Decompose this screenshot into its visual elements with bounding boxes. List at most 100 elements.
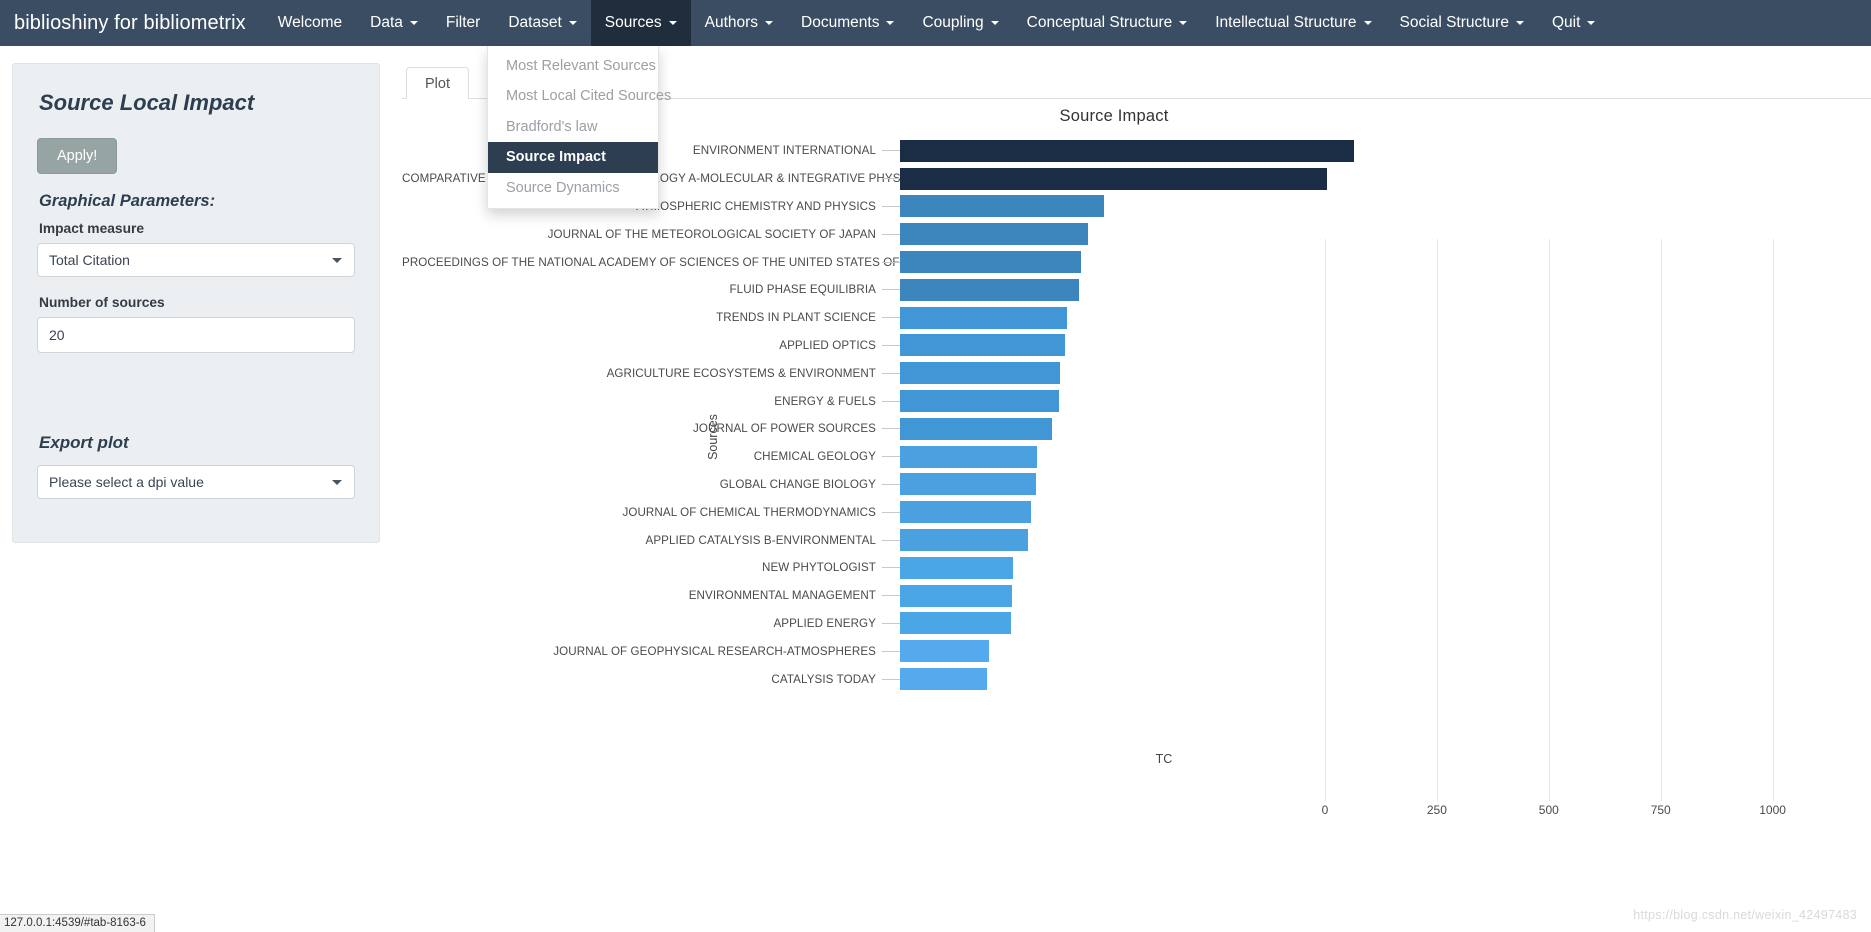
y-axis-tick-mark [882, 344, 900, 346]
nav-item-authors[interactable]: Authors [691, 0, 787, 46]
bar[interactable] [900, 306, 1068, 329]
dropdown-item-most-local-cited-sources[interactable]: Most Local Cited Sources [488, 81, 671, 111]
bar[interactable] [900, 417, 1053, 440]
number-of-sources-input[interactable]: 20 [37, 317, 355, 353]
chart-bars: ENVIRONMENT INTERNATIONAL COMPARATIVE BIO… [402, 137, 1370, 693]
dropdown-item-bradford-s-law[interactable]: Bradford's law [488, 112, 658, 142]
bar[interactable] [900, 445, 1037, 468]
bar-category-label: ENVIRONMENTAL MANAGEMENT [688, 589, 876, 603]
nav-item-label: Welcome [277, 14, 343, 31]
bar[interactable] [900, 390, 1060, 413]
nav-item-label: Coupling [922, 14, 984, 31]
nav-item-coupling[interactable]: Coupling [908, 0, 1012, 46]
bar[interactable] [900, 223, 1088, 246]
caret-down-icon [765, 21, 774, 25]
y-axis-tick-mark [882, 622, 900, 624]
nav-item-social-structure[interactable]: Social Structure [1386, 0, 1538, 46]
bar[interactable] [900, 501, 1032, 524]
bar-category-label: JOURNAL OF THE METEOROLOGICAL SOCIETY OF… [547, 227, 876, 241]
chevron-down-icon [332, 257, 342, 263]
bar[interactable] [900, 473, 1036, 496]
bar-category-label: APPLIED ENERGY [773, 616, 876, 630]
bar[interactable] [900, 251, 1081, 274]
nav-item-label: Quit [1551, 14, 1581, 31]
nav-item-dataset[interactable]: Dataset [494, 0, 590, 46]
tab-plot[interactable]: Plot [406, 67, 469, 99]
bar-track [900, 501, 1370, 524]
bar-row: NEW PHYTOLOGIST [402, 554, 1370, 582]
bar[interactable] [900, 139, 1355, 162]
gridline [1548, 239, 1550, 801]
bar[interactable] [900, 556, 1014, 579]
bar[interactable] [900, 167, 1328, 190]
bar[interactable] [900, 612, 1011, 635]
bar-track [900, 584, 1370, 607]
export-plot-heading: Export plot [39, 433, 129, 452]
bar-row: JOURNAL OF GEOPHYSICAL RESEARCH-ATMOSPHE… [402, 637, 1370, 665]
nav-item-label: Conceptual Structure [1026, 14, 1173, 31]
nav-item-filter[interactable]: Filter [432, 0, 494, 46]
bar[interactable] [900, 529, 1028, 552]
nav-item-quit[interactable]: Quit [1538, 0, 1609, 46]
chevron-down-icon [332, 479, 342, 485]
bar[interactable] [900, 195, 1104, 218]
nav-item-intellectual-structure[interactable]: Intellectual Structure [1201, 0, 1385, 46]
y-axis-tick-mark [882, 428, 900, 430]
bar-track [900, 556, 1370, 579]
y-axis-tick-mark [882, 650, 900, 652]
y-axis-tick-mark [882, 289, 900, 291]
dropdown-item-most-relevant-sources[interactable]: Most Relevant Sources [488, 51, 658, 81]
dropdown-item-source-impact[interactable]: Source Impact [488, 142, 658, 173]
bar-track [900, 167, 1370, 190]
y-axis-tick-mark [882, 205, 900, 207]
nav-item-conceptual-structure[interactable]: Conceptual Structure [1013, 0, 1202, 46]
y-axis-tick-mark [882, 317, 900, 319]
nav-item-label: Authors [704, 14, 759, 31]
y-axis-tick-mark [882, 678, 900, 680]
nav-item-documents[interactable]: Documents [787, 0, 908, 46]
bar-track [900, 417, 1370, 440]
number-of-sources-value: 20 [49, 327, 65, 343]
bar[interactable] [900, 334, 1066, 357]
x-axis-tick-label: 1000 [1759, 803, 1786, 817]
bar-category-label: ENERGY & FUELS [774, 394, 876, 408]
x-axis-tick-label: 0 [1321, 803, 1329, 817]
bar-category-label: PROCEEDINGS OF THE NATIONAL ACADEMY OF S… [402, 255, 956, 269]
bar-row: APPLIED CATALYSIS B-ENVIRONMENTAL [402, 526, 1370, 554]
impact-measure-select[interactable]: Total Citation [37, 243, 355, 277]
gridline [1660, 239, 1662, 801]
bar-row: FLUID PHASE EQUILIBRIA [402, 276, 1370, 304]
bar-category-label: JOURNAL OF POWER SOURCES [693, 422, 876, 436]
caret-down-icon [1587, 21, 1596, 25]
bar-row: JOURNAL OF THE METEOROLOGICAL SOCIETY OF… [402, 220, 1370, 248]
y-axis-tick-mark [882, 511, 900, 513]
bar-category-label: GLOBAL CHANGE BIOLOGY [719, 477, 876, 491]
caret-down-icon [990, 21, 999, 25]
status-bar-url: 127.0.0.1:4539/#tab-8163-6 [0, 914, 155, 932]
nav-item-sources[interactable]: Sources [590, 0, 691, 46]
bar[interactable] [900, 278, 1080, 301]
dpi-value: Please select a dpi value [49, 474, 204, 490]
bar-category-label: JOURNAL OF GEOPHYSICAL RESEARCH-ATMOSPHE… [553, 644, 876, 658]
nav-item-welcome[interactable]: Welcome [264, 0, 356, 46]
page-title: Source Local Impact [39, 90, 255, 115]
bar-track [900, 640, 1370, 663]
nav-item-data[interactable]: Data [356, 0, 432, 46]
bar[interactable] [900, 362, 1060, 385]
dpi-select[interactable]: Please select a dpi value [37, 465, 355, 499]
bar-category-label: FLUID PHASE EQUILIBRIA [729, 283, 876, 297]
y-axis-tick-mark [882, 400, 900, 402]
bar-row: ENERGY & FUELS [402, 387, 1370, 415]
caret-down-icon [1515, 21, 1524, 25]
bar-row: GLOBAL CHANGE BIOLOGY [402, 471, 1370, 499]
y-axis-tick-mark [882, 595, 900, 597]
bar-track [900, 445, 1370, 468]
sources-dropdown-menu: Most Relevant Sources Most Local Cited So… [487, 46, 671, 210]
bar[interactable] [900, 668, 987, 691]
bar[interactable] [900, 640, 989, 663]
apply-button[interactable]: Apply! [37, 138, 118, 174]
dropdown-item-source-dynamics[interactable]: Source Dynamics [488, 173, 658, 203]
graphical-parameters-heading: Graphical Parameters: [39, 192, 216, 210]
bar[interactable] [900, 584, 1012, 607]
